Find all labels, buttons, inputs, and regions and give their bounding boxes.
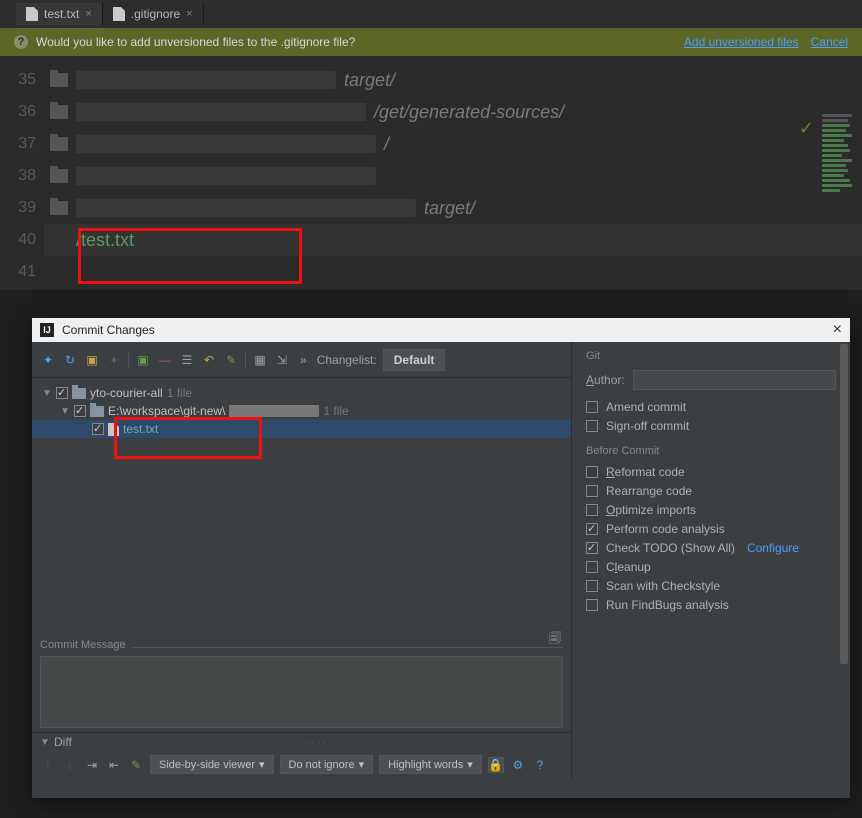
changelist-select[interactable]: Default [383, 349, 446, 371]
group-icon[interactable]: ▦ [252, 352, 268, 368]
history-icon[interactable]: 🗐 [547, 631, 563, 647]
plus-icon[interactable]: + [106, 352, 122, 368]
line-gutter: 35 36 37 38 39 40 41 [0, 56, 44, 290]
tree-path[interactable]: ▼ E:\workspace\git-new\ 1 file [32, 402, 571, 420]
commit-dialog: IJ Commit Changes × ✦ ↻ ▣ + ▣ — ☰ ↶ ✎ ▦ … [32, 318, 850, 798]
file-icon [113, 7, 125, 21]
ignore-select[interactable]: Do not ignore▾ [280, 755, 374, 774]
arrow-down-icon[interactable]: ↓ [62, 757, 78, 773]
dialog-title-text: Commit Changes [62, 323, 155, 337]
intellij-icon: IJ [40, 323, 54, 337]
tab-test-txt[interactable]: test.txt × [16, 3, 103, 25]
checkstyle-label: Scan with Checkstyle [606, 579, 720, 593]
checkbox[interactable] [586, 523, 598, 535]
tab-label: test.txt [44, 7, 79, 21]
rearrange-label: Rearrange code [606, 484, 692, 498]
checkbox[interactable] [586, 401, 598, 413]
list-icon[interactable]: ☰ [179, 352, 195, 368]
arrow-up-icon[interactable]: ↑ [40, 757, 56, 773]
banner-message: Would you like to add unversioned files … [36, 35, 355, 49]
file-icon [26, 7, 38, 21]
optimize-label: Optimize imports [606, 503, 696, 517]
gear-icon[interactable]: ⚙ [510, 757, 526, 773]
checkbox[interactable] [586, 542, 598, 554]
commit-message-label: Commit Message [40, 639, 132, 651]
notification-banner: ? Would you like to add unversioned file… [0, 28, 862, 56]
tree-file[interactable]: test.txt [32, 420, 571, 438]
edit-icon[interactable]: ✎ [128, 757, 144, 773]
lock-icon[interactable]: 🔒 [488, 757, 504, 773]
folder-icon [50, 73, 68, 87]
undo-icon[interactable]: ↶ [201, 352, 217, 368]
commit-toolbar: ✦ ↻ ▣ + ▣ — ☰ ↶ ✎ ▦ ⇲ » Changelist: Defa… [32, 342, 571, 378]
folder-icon [50, 201, 68, 215]
refresh-icon[interactable]: ↻ [62, 352, 78, 368]
add-icon[interactable]: ▣ [135, 352, 151, 368]
checkbox[interactable] [586, 599, 598, 611]
author-label: Author: [586, 373, 625, 387]
folder-icon [50, 137, 68, 151]
file-tree[interactable]: ▼ yto-courier-all 1 file ▼ E:\workspace\… [32, 378, 571, 444]
commit-options-pane: Git Author: Amend commit Sign-off commit… [572, 342, 850, 778]
signoff-label: Sign-off commit [606, 419, 689, 433]
checkbox[interactable] [586, 466, 598, 478]
cleanup-label: Cleanup [606, 560, 651, 574]
reformat-label: Reformat code [606, 465, 685, 479]
dialog-titlebar: IJ Commit Changes × [32, 318, 850, 342]
changelist-label: Changelist: [317, 353, 377, 367]
question-icon: ? [14, 35, 28, 49]
edit-icon[interactable]: ✎ [223, 352, 239, 368]
author-input[interactable] [633, 370, 836, 390]
wrap-icon[interactable]: ⇥ [84, 757, 100, 773]
minimap[interactable] [818, 112, 862, 312]
tab-gitignore[interactable]: .gitignore × [103, 3, 204, 25]
editor-tabs: test.txt × .gitignore × [0, 0, 862, 28]
folder-icon [90, 406, 104, 417]
todo-label: Check TODO (Show All) [606, 541, 735, 555]
diff-section-header[interactable]: ▼Diff ····· [32, 732, 571, 751]
tab-label: .gitignore [131, 7, 180, 21]
check-icon: ✓ [799, 118, 814, 139]
close-icon[interactable]: × [186, 8, 192, 20]
configure-link[interactable]: Configure [747, 541, 799, 555]
file-icon [108, 423, 119, 436]
viewer-select[interactable]: Side-by-side viewer▾ [150, 755, 274, 774]
close-icon[interactable]: × [833, 321, 842, 339]
folder-icon[interactable]: ▣ [84, 352, 100, 368]
before-commit-label: Before Commit [586, 445, 836, 457]
git-section-label: Git [586, 350, 836, 362]
checkbox[interactable] [586, 485, 598, 497]
checkbox[interactable] [586, 561, 598, 573]
commit-message-input[interactable] [40, 656, 563, 728]
checkbox[interactable] [586, 580, 598, 592]
wrap2-icon[interactable]: ⇤ [106, 757, 122, 773]
findbugs-label: Run FindBugs analysis [606, 598, 729, 612]
checkbox[interactable] [92, 423, 104, 435]
code-editor[interactable]: 35 36 37 38 39 40 41 target/ /get/genera… [0, 56, 862, 290]
remove-icon[interactable]: — [157, 352, 173, 368]
add-unversioned-link[interactable]: Add unversioned files [684, 35, 799, 49]
file-tree-pane: ✦ ↻ ▣ + ▣ — ☰ ↶ ✎ ▦ ⇲ » Changelist: Defa… [32, 342, 572, 778]
checkbox[interactable] [586, 420, 598, 432]
expand-icon[interactable]: ⇲ [274, 352, 290, 368]
close-icon[interactable]: × [85, 8, 91, 20]
diff-toolbar: ↑ ↓ ⇥ ⇤ ✎ Side-by-side viewer▾ Do not ig… [32, 751, 571, 778]
code-content[interactable]: target/ /get/generated-sources/ / target… [44, 56, 862, 290]
checkbox[interactable] [56, 387, 68, 399]
module-icon [72, 388, 86, 399]
highlight-select[interactable]: Highlight words▾ [379, 755, 482, 774]
scrollbar[interactable] [838, 342, 850, 772]
sparkle-icon[interactable]: ✦ [40, 352, 56, 368]
folder-icon [50, 105, 68, 119]
folder-icon [50, 169, 68, 183]
cancel-link[interactable]: Cancel [811, 35, 848, 49]
help-icon[interactable]: ? [532, 757, 548, 773]
checkbox[interactable] [586, 504, 598, 516]
checkbox[interactable] [74, 405, 86, 417]
tree-root[interactable]: ▼ yto-courier-all 1 file [32, 384, 571, 402]
analysis-label: Perform code analysis [606, 522, 725, 536]
amend-label: Amend commit [606, 400, 686, 414]
